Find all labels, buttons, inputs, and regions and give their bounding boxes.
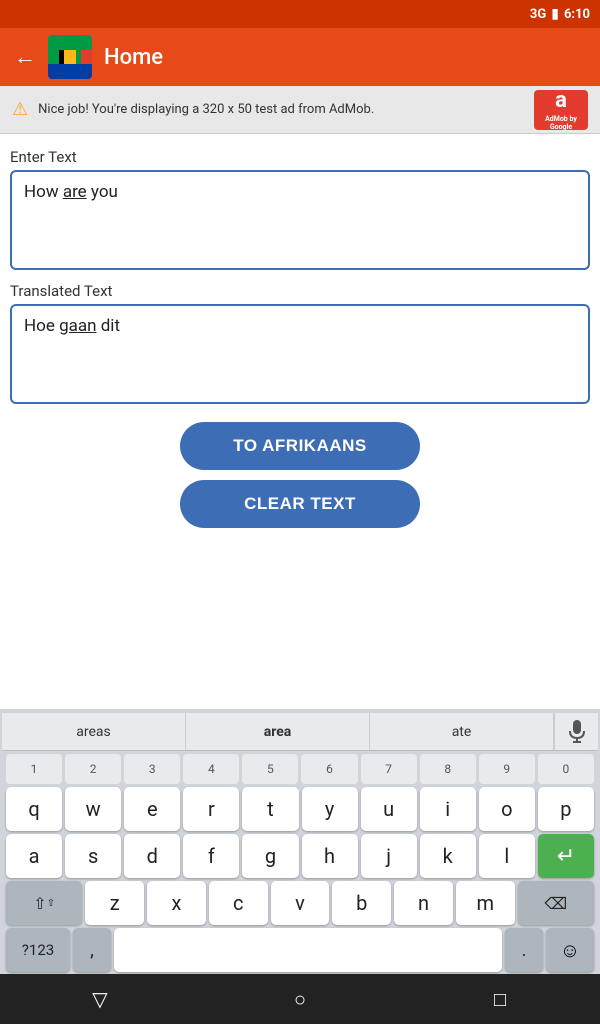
key-2[interactable]: 2 xyxy=(65,754,121,784)
key-row-1: q w e r t y u i o p xyxy=(2,787,598,831)
key-n[interactable]: n xyxy=(394,881,453,925)
enter-text-section: Enter Text How are you xyxy=(10,148,590,270)
key-row-2: a s d f g h j k l ↵ xyxy=(2,834,598,878)
nav-back-button[interactable]: ▽ xyxy=(78,977,122,1021)
enter-key[interactable]: ↵ xyxy=(538,834,594,878)
app-title: Home xyxy=(104,45,163,70)
input-text-you: you xyxy=(87,182,118,202)
enter-text-label: Enter Text xyxy=(10,148,590,166)
clear-text-button[interactable]: CLEAR TEXT xyxy=(180,480,420,528)
key-e[interactable]: e xyxy=(124,787,180,831)
emoji-key[interactable]: ☺ xyxy=(546,928,594,972)
translated-gaan: gaan xyxy=(59,316,96,336)
key-9[interactable]: 9 xyxy=(479,754,535,784)
suggestion-area[interactable]: area xyxy=(186,713,370,750)
key-f[interactable]: f xyxy=(183,834,239,878)
nav-recents-button[interactable]: □ xyxy=(478,977,522,1021)
key-b[interactable]: b xyxy=(332,881,391,925)
key-5[interactable]: 5 xyxy=(242,754,298,784)
back-button[interactable]: ← xyxy=(14,44,36,70)
input-text-are: are xyxy=(63,182,87,202)
space-key[interactable] xyxy=(114,928,502,972)
admob-logo-sub: AdMob by Google xyxy=(534,115,588,131)
input-text-how: How xyxy=(24,182,63,202)
key-7[interactable]: 7 xyxy=(361,754,417,784)
ad-text: Nice job! You're displaying a 320 x 50 t… xyxy=(38,102,524,117)
key-r[interactable]: r xyxy=(183,787,239,831)
comma-key[interactable]: , xyxy=(73,928,111,972)
input-text-box[interactable]: How are you xyxy=(10,170,590,270)
translated-text-section: Translated Text Hoe gaan dit xyxy=(10,282,590,404)
key-4[interactable]: 4 xyxy=(183,754,239,784)
key-x[interactable]: x xyxy=(147,881,206,925)
shift-key[interactable]: ⇧⇧ xyxy=(6,881,82,925)
key-z[interactable]: z xyxy=(85,881,144,925)
bottom-key-row: ?123 , . ☺ xyxy=(2,928,598,972)
admob-logo-letter: a xyxy=(555,88,567,113)
translated-dit: dit xyxy=(97,316,121,336)
app-bar: ← Home xyxy=(0,28,600,86)
signal-indicator: 3G xyxy=(530,7,546,22)
key-p[interactable]: p xyxy=(538,787,594,831)
key-0[interactable]: 0 xyxy=(538,754,594,784)
key-g[interactable]: g xyxy=(242,834,298,878)
to-afrikaans-button[interactable]: TO AFRIKAANS xyxy=(180,422,420,470)
translated-hoe: Hoe xyxy=(24,316,59,336)
warning-icon: ⚠ xyxy=(12,99,28,120)
mic-button[interactable] xyxy=(554,713,598,750)
nav-bar: ▽ ○ □ xyxy=(0,974,600,1024)
key-v[interactable]: v xyxy=(271,881,330,925)
admob-logo: a AdMob by Google xyxy=(534,90,588,130)
numbers-key[interactable]: ?123 xyxy=(6,928,70,972)
key-j[interactable]: j xyxy=(361,834,417,878)
clock: 6:10 xyxy=(564,7,590,22)
number-row: 1 2 3 4 5 6 7 8 9 0 xyxy=(2,754,598,784)
nav-home-button[interactable]: ○ xyxy=(278,977,322,1021)
suggestion-areas[interactable]: areas xyxy=(2,713,186,750)
key-i[interactable]: i xyxy=(420,787,476,831)
key-6[interactable]: 6 xyxy=(301,754,357,784)
key-w[interactable]: w xyxy=(65,787,121,831)
key-1[interactable]: 1 xyxy=(6,754,62,784)
backspace-key[interactable]: ⌫ xyxy=(518,881,594,925)
key-h[interactable]: h xyxy=(302,834,358,878)
key-u[interactable]: u xyxy=(361,787,417,831)
key-l[interactable]: l xyxy=(479,834,535,878)
key-c[interactable]: c xyxy=(209,881,268,925)
mic-icon xyxy=(568,720,586,744)
key-o[interactable]: o xyxy=(479,787,535,831)
translated-text-box[interactable]: Hoe gaan dit xyxy=(10,304,590,404)
key-m[interactable]: m xyxy=(456,881,515,925)
suggestions-row: areas area ate xyxy=(2,713,598,751)
ad-banner: ⚠ Nice job! You're displaying a 320 x 50… xyxy=(0,86,600,134)
key-k[interactable]: k xyxy=(420,834,476,878)
translated-text-label: Translated Text xyxy=(10,282,590,300)
key-3[interactable]: 3 xyxy=(124,754,180,784)
period-key[interactable]: . xyxy=(505,928,543,972)
key-s[interactable]: s xyxy=(65,834,121,878)
key-row-3: ⇧⇧ z x c v b n m ⌫ xyxy=(2,881,598,925)
main-content: Enter Text How are you Translated Text H… xyxy=(0,134,600,709)
key-q[interactable]: q xyxy=(6,787,62,831)
keyboard: areas area ate 1 2 3 4 5 6 7 8 9 0 q w e… xyxy=(0,709,600,974)
action-buttons: TO AFRIKAANS CLEAR TEXT xyxy=(10,422,590,528)
status-bar: 3G ▮ 6:10 xyxy=(0,0,600,28)
key-a[interactable]: a xyxy=(6,834,62,878)
key-d[interactable]: d xyxy=(124,834,180,878)
key-t[interactable]: t xyxy=(242,787,298,831)
key-y[interactable]: y xyxy=(302,787,358,831)
suggestion-ate[interactable]: ate xyxy=(370,713,554,750)
flag-icon xyxy=(48,35,92,79)
key-8[interactable]: 8 xyxy=(420,754,476,784)
battery-icon: ▮ xyxy=(551,6,559,22)
